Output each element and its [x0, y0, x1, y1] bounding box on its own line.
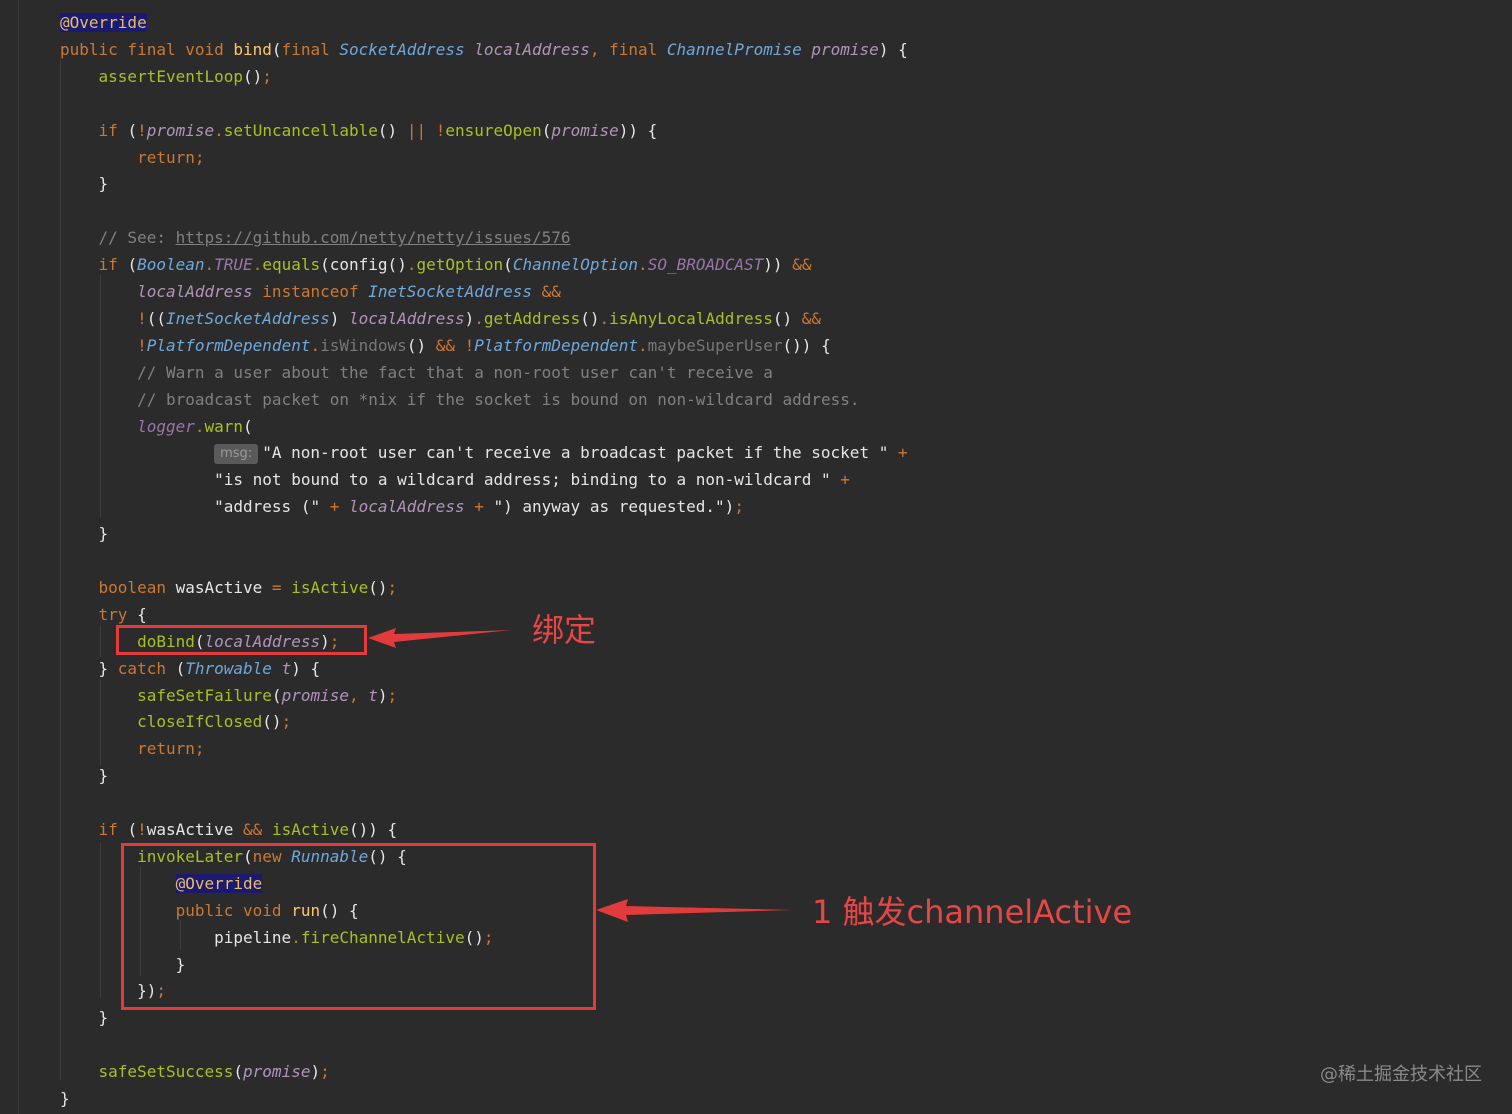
- arrow-to-dobind: [368, 628, 512, 648]
- watermark: @稀土掘金技术社区: [1320, 1064, 1482, 1085]
- channel-active-callout: 1 触发channelActive: [812, 893, 1133, 931]
- annotation-arrows: [368, 628, 792, 922]
- bind-callout: 绑定: [532, 611, 597, 649]
- arrow-to-invokelater: [596, 899, 792, 922]
